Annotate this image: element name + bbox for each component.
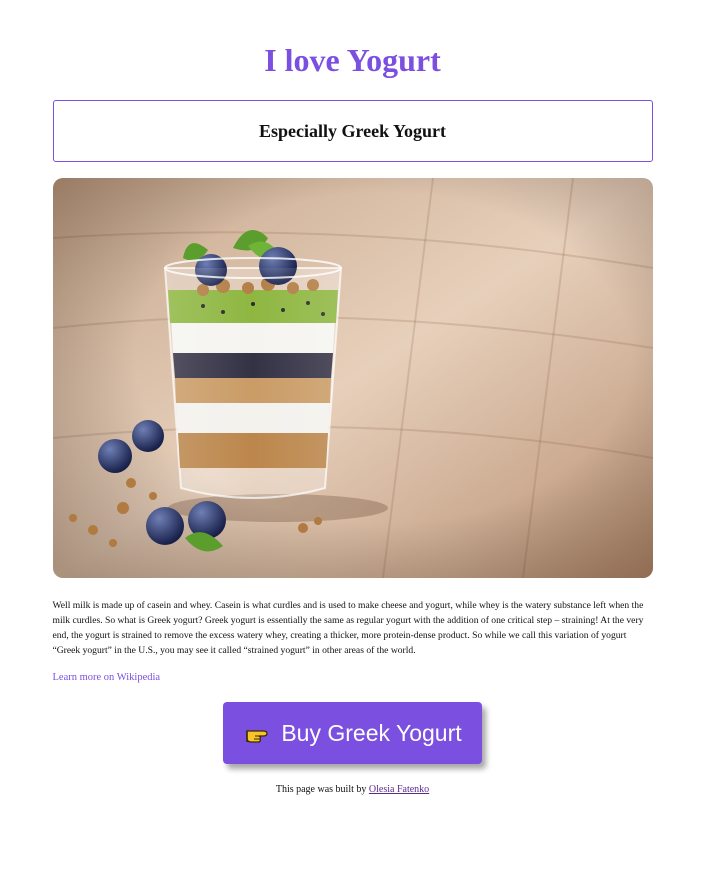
yogurt-parfait-illustration (52, 178, 653, 578)
page-container: I love Yogurt Especially Greek Yogurt We… (52, 0, 653, 795)
wikipedia-link[interactable]: Learn more on Wikipedia (53, 672, 161, 683)
buy-greek-yogurt-button[interactable]: Buy Greek Yogurt (223, 702, 482, 764)
description-paragraph: Well milk is made up of casein and whey.… (52, 600, 644, 656)
page-subtitle: Especially Greek Yogurt (259, 120, 446, 141)
subtitle-card: Especially Greek Yogurt (52, 100, 653, 162)
pointing-hand-icon (245, 722, 273, 744)
buy-section: Buy Greek Yogurt (53, 702, 653, 764)
footer: This page was built by Olesia Fatenko (53, 784, 653, 795)
footer-prefix: This page was built by (275, 784, 369, 795)
hero-image (52, 178, 653, 578)
buy-button-label: Buy Greek Yogurt (281, 719, 462, 746)
author-link[interactable]: Olesia Fatenko (369, 784, 429, 795)
page-title: I love Yogurt (264, 42, 441, 78)
